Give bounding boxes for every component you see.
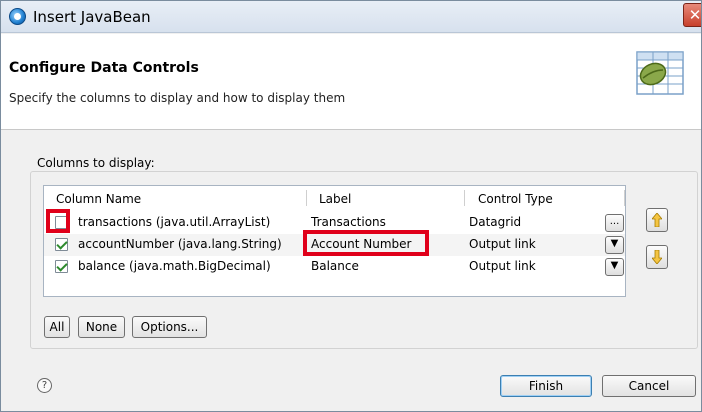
table-bean-icon [636,51,684,95]
column-header-control-type[interactable]: Control Type [478,192,553,206]
row-column-name: balance (java.math.BigDecimal) [78,259,271,273]
row-control-type[interactable]: Output link [469,237,536,251]
move-up-button[interactable] [646,208,668,232]
header-divider[interactable] [464,190,465,206]
app-icon [9,8,26,25]
row-label[interactable]: Transactions [311,215,386,229]
control-type-dropdown[interactable]: ▼ [605,258,624,276]
label-highlight [303,230,429,256]
column-header-name[interactable]: Column Name [56,192,141,206]
page-description: Specify the columns to display and how t… [9,91,346,105]
browse-button[interactable]: ... [605,214,624,232]
row-control-type[interactable]: Datagrid [469,215,521,229]
title-bar: Insert JavaBean ✕ [1,1,701,33]
select-all-button[interactable]: All [44,316,70,338]
checkbox-highlight [46,209,70,233]
finish-button[interactable]: Finish [500,375,592,397]
row-control-type[interactable]: Output link [469,259,536,273]
close-button[interactable]: ✕ [683,3,701,27]
insert-javabean-dialog: Insert JavaBean ✕ Configure Data Control… [0,0,702,412]
row-column-name: transactions (java.util.ArrayList) [78,215,271,229]
cancel-button[interactable]: Cancel [602,375,696,397]
control-type-dropdown[interactable]: ▼ [605,236,624,254]
wizard-header: Configure Data Controls Specify the colu… [1,34,701,130]
row-checkbox[interactable] [55,238,68,251]
table-header: Column Name Label Control Type [44,186,625,210]
select-none-button[interactable]: None [78,316,125,338]
move-down-button[interactable] [646,245,668,269]
row-checkbox[interactable] [55,260,68,273]
arrow-up-icon [652,213,662,227]
table-row[interactable]: balance (java.math.BigDecimal) Balance O… [44,256,625,278]
row-column-name: accountNumber (java.lang.String) [78,237,282,251]
column-header-label[interactable]: Label [319,192,351,206]
arrow-down-icon [652,250,662,264]
header-divider[interactable] [624,190,625,206]
header-divider[interactable] [306,190,307,206]
page-title: Configure Data Controls [9,60,199,76]
help-icon[interactable]: ? [37,378,52,393]
columns-label: Columns to display: [37,156,155,170]
window-title: Insert JavaBean [33,8,151,26]
options-button[interactable]: Options... [132,316,207,338]
row-label[interactable]: Balance [311,259,359,273]
